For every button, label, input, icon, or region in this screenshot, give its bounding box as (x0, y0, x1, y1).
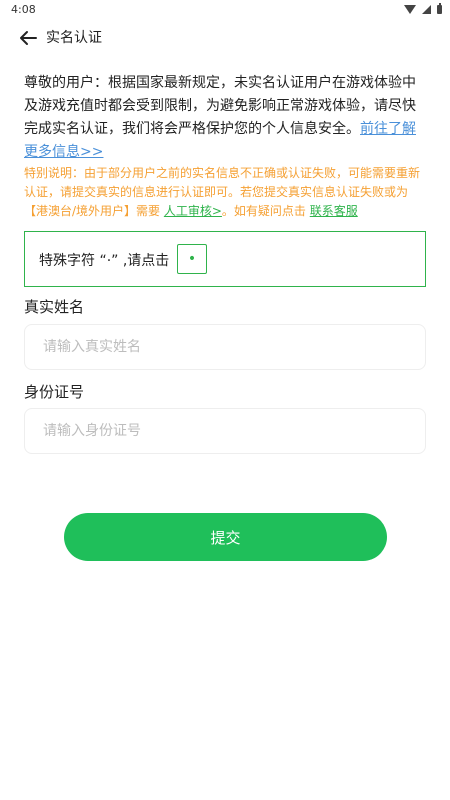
status-icons (404, 2, 442, 15)
intro-text: 尊敬的用户：根据国家最新规定，未实名认证用户在游戏体验中及游戏充值时都会受到限制… (24, 75, 416, 137)
name-label: 真实姓名 (24, 298, 85, 316)
intro-paragraph: 尊敬的用户：根据国家最新规定，未实名认证用户在游戏体验中及游戏充值时都会受到限制… (24, 72, 428, 164)
id-number-label: 身份证号 (24, 383, 85, 401)
wifi-icon (404, 4, 416, 14)
middle-dot-glyph: • (187, 251, 197, 267)
signal-icon (422, 4, 431, 14)
real-name-input[interactable] (24, 324, 426, 370)
top-bar: 实名认证 (0, 20, 450, 56)
contact-service-link[interactable]: 联系客服 (310, 204, 358, 218)
special-char-label: 特殊字符 “·” ,请点击 (39, 253, 170, 269)
status-time: 4:08 (11, 3, 36, 16)
manual-review-link[interactable]: 人工审核> (164, 204, 222, 218)
submit-button[interactable]: 提交 (64, 513, 387, 561)
back-arrow-icon[interactable] (16, 26, 40, 50)
middle-dot-button[interactable]: • (177, 244, 207, 274)
page-title: 实名认证 (46, 30, 102, 46)
special-note: 特别说明：由于部分用户之前的实名信息不正确或认证失败，可能需要重新认证，请提交真… (24, 164, 428, 221)
status-bar: 4:08 (0, 0, 450, 18)
special-char-box: 特殊字符 “·” ,请点击 • (24, 231, 426, 287)
note-middle-text: 。如有疑问点击 (221, 204, 310, 218)
id-number-input[interactable] (24, 408, 426, 454)
battery-icon (437, 2, 442, 14)
